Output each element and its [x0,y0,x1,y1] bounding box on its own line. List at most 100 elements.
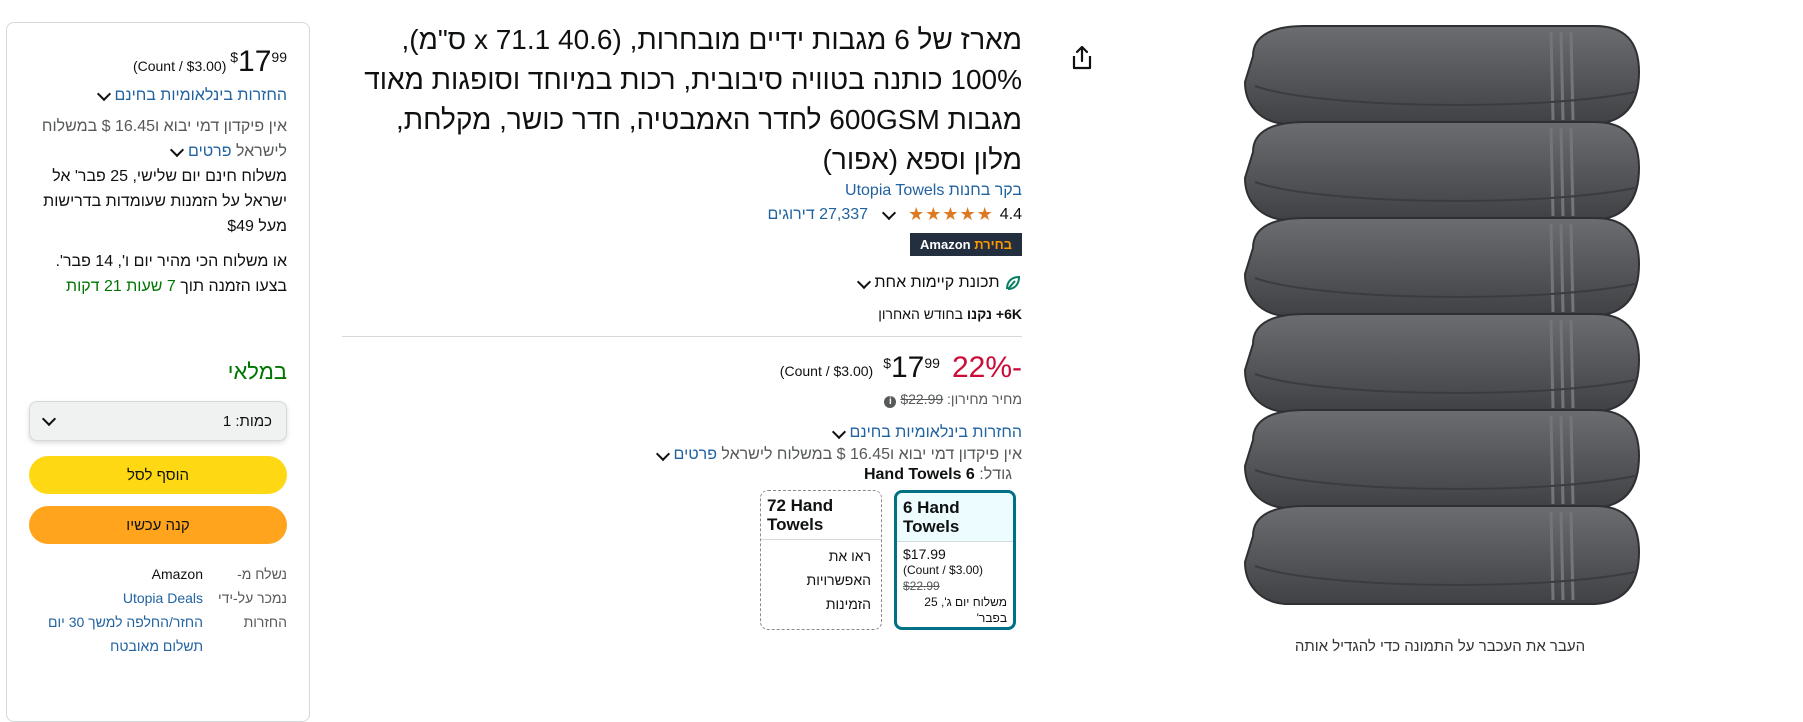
towel-stack-image [1243,25,1641,605]
main-returns-link[interactable]: החזרות בינלאומיות בחינם [850,424,1023,441]
ships-from-value: Amazon [151,566,203,582]
swatch-details: $17.99 (Count / $3.00) $22.99 משלוח יום … [897,541,1013,627]
towel-border-band [1549,319,1555,409]
amazon-choice-badge: בחירת Amazon [910,233,1022,256]
quantity-select[interactable]: כמות: 1 [29,401,287,441]
towel-layer [1243,217,1641,317]
swatch-6-hand-towels[interactable]: 6 Hand Towels $17.99 (Count / $3.00) $22… [894,490,1016,631]
share-button[interactable] [1069,44,1095,77]
towel-border-band [1549,511,1555,601]
main-price: -22% $1799 (Count / $3.00) [342,351,1022,385]
price-currency: $ [883,355,891,372]
towel-border-band [1569,223,1575,313]
rating-row: 4.4 ★★★★★ 27,337 דירוגים [342,204,1023,225]
payment-row: תשלום מאובטח [29,638,287,654]
quantity-label: כמות: [235,412,272,430]
image-hover-caption: העבר את העכבר על התמונה כדי להגדיל אותה [1294,638,1586,655]
main-import-fees-text: אין פיקדון דמי יבוא ו16.45 $ במשלוח לישר… [721,446,1022,464]
chevron-down-icon[interactable] [831,424,846,439]
towel-border-band [1549,415,1555,505]
sustainability-row[interactable]: תכונת קיימות אחת [342,274,1022,292]
leaf-icon [1006,275,1021,290]
swatch-list-price: $22.99 [903,579,940,594]
main-price-amount: $1799 [883,351,940,385]
chevron-down-icon[interactable] [96,87,111,102]
sold-by-link[interactable]: Utopia Deals [29,590,217,606]
buybox-order-within-prefix: בצעו הזמנה תוך [180,278,287,295]
towel-fold [1243,121,1641,221]
towel-border-band [1559,415,1565,505]
sustainability-text[interactable]: תכונת קיימות אחת [875,274,1000,291]
bought-period: בחודש האחרון [878,306,963,323]
swatch-72-hand-towels[interactable]: 72 Hand Towels ראו את האפשרויות הזמינות [760,490,882,631]
main-import-fees: אין פיקדון דמי יבוא ו16.45 $ במשלוח לישר… [342,446,1022,464]
towel-border-band [1549,223,1555,313]
unit-price: (Count / $3.00) [779,363,874,380]
buy-now-button[interactable]: קנה עכשיו [29,506,287,544]
product-image[interactable] [1235,22,1647,610]
info-icon[interactable]: i [884,396,897,409]
towel-border-band [1569,511,1575,601]
towel-border-band [1569,31,1575,121]
size-label: גודל: [979,466,1012,484]
buybox-price-fraction: 99 [271,49,287,65]
buybox-returns-link[interactable]: החזרות בינלאומיות בחינם [115,87,288,104]
ratings-count-link[interactable]: 27,337 דירוגים [768,206,869,224]
stock-status: במלאי [227,359,287,384]
sold-by-label: נמכר על-ידי [217,590,287,606]
product-details: מארז של 6 מגבות ידיים מובחרות, (40.6 x 7… [342,20,1023,631]
bought-last-month: 6K+ נקנו בחודש האחרון [342,306,1022,322]
towel-border-band [1569,319,1575,409]
returns-row-label: החזרות [243,614,287,630]
chevron-down-icon[interactable] [881,205,897,221]
towel-layer [1243,313,1641,413]
towel-fold [1243,217,1641,317]
chevron-down-icon[interactable] [655,446,670,461]
returns-policy-link[interactable]: החזר/החלפה למשך 30 יום [29,614,217,630]
chevron-down-icon[interactable] [169,143,185,158]
badge-choice-text: בחירת [974,237,1012,252]
size-value: 6 Hand Towels [863,466,975,484]
divider [342,336,1022,338]
towel-layer [1243,409,1641,509]
badge-amazon-text: Amazon [920,237,971,252]
main-details-link[interactable]: פרטים [674,446,717,463]
size-swatches: 6 Hand Towels $17.99 (Count / $3.00) $22… [342,490,1022,631]
buybox-returns[interactable]: החזרות בינלאומיות בחינם [29,83,287,108]
price-fraction: 99 [924,355,940,372]
share-icon [1072,45,1092,70]
store-link[interactable]: בקר בחנות Utopia Towels [845,182,1022,199]
list-price-label: מחיר מחירון: [947,391,1022,408]
towel-border-band [1569,127,1575,217]
towel-fold [1243,505,1641,605]
buybox-price-whole: 17 [238,45,272,78]
sold-by-row: נמכר על-ידי Utopia Deals [29,590,287,606]
swatch-delivery: משלוח יום ג', 25 בפבר' [924,595,1007,626]
add-to-cart-button[interactable]: הוסף לסל [29,456,287,494]
buybox-fastest-delivery: או משלוח הכי מהיר יום ו', 14 פבר'. [55,253,287,270]
towel-layer [1243,25,1641,125]
seller-info: נשלח מ- Amazon נמכר על-ידי Utopia Deals … [29,566,287,654]
buybox-price-currency: $ [230,49,239,65]
chevron-down-icon[interactable] [41,411,57,427]
buybox-price: $1799 (Count / $3.00) [29,45,287,79]
buybox-order-within-time: 7 שעות 21 דקות [66,278,176,295]
price-whole: 17 [891,351,925,385]
payment-row-label [217,638,287,654]
towel-border-band [1559,31,1565,121]
buybox-order-within: בצעו הזמנה תוך 7 שעות 21 דקות [29,274,287,299]
towel-layer [1243,121,1641,221]
chevron-down-icon[interactable] [856,274,871,289]
towel-stack [1243,25,1641,605]
buybox-details-link[interactable]: פרטים [188,143,231,160]
buybox-free-delivery: משלוח חינם יום שלישי, 25 פבר' אל ישראל ע… [43,168,287,235]
towel-border-band [1559,223,1565,313]
towel-border-band [1559,127,1565,217]
quantity-value: 1 [222,412,232,430]
rating-stars[interactable]: ★★★★★ [908,204,994,225]
swatch-unit-price: (Count / $3.00) [903,563,984,578]
towel-layer [1243,505,1641,605]
main-returns[interactable]: החזרות בינלאומיות בחינם [342,424,1022,442]
secure-payment-link[interactable]: תשלום מאובטח [29,638,217,654]
returns-row: החזרות החזר/החלפה למשך 30 יום [29,614,287,630]
